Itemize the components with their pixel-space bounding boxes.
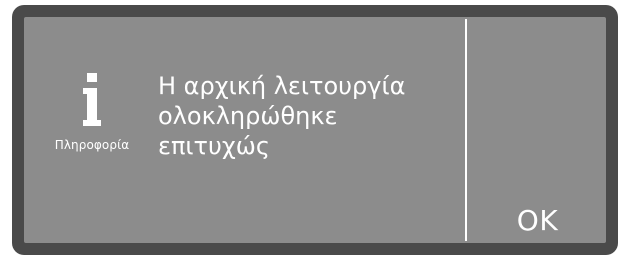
message-text: Η αρχική λειτουργία ολοκληρώθηκε επιτυχώ…: [158, 71, 458, 161]
divider: [465, 19, 467, 241]
ok-button[interactable]: OK: [469, 17, 606, 243]
message-line: επιτυχώς: [158, 132, 270, 160]
message-line: ολοκληρώθηκε: [158, 102, 338, 130]
ok-label: OK: [516, 204, 559, 237]
info-indicator: Πληροφορία: [42, 73, 142, 173]
device-frame: Πληροφορία Η αρχική λειτουργία ολοκληρώθ…: [12, 5, 618, 255]
message-line: Η αρχική λειτουργία: [158, 72, 406, 100]
info-icon: [82, 73, 102, 128]
display-screen: Πληροφορία Η αρχική λειτουργία ολοκληρώθ…: [24, 17, 606, 243]
info-label: Πληροφορία: [54, 138, 130, 152]
